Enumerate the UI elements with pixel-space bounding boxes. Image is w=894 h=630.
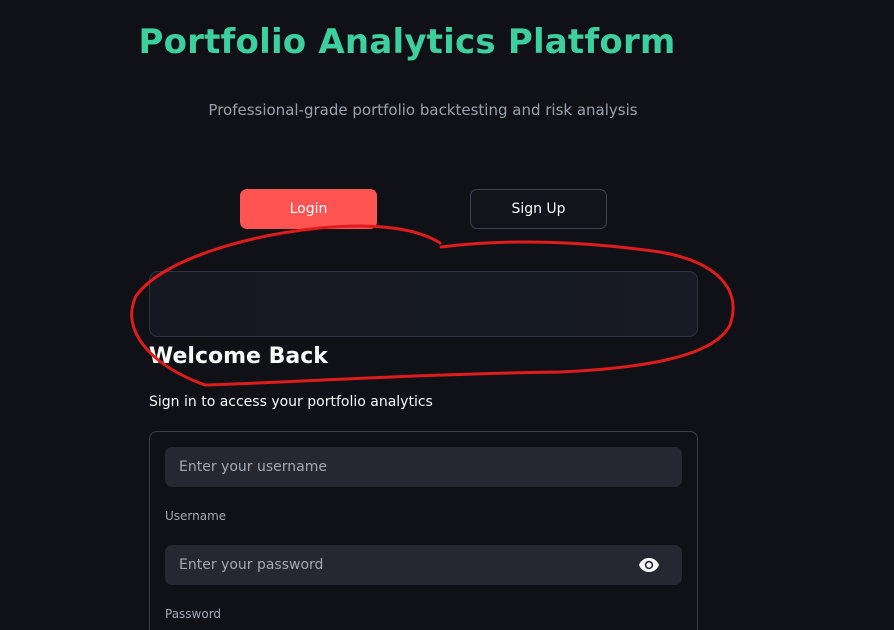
signup-tab-button[interactable]: Sign Up [470,189,607,229]
password-input[interactable] [165,545,682,585]
login-page: Portfolio Analytics Platform Professiona… [0,0,894,630]
eye-icon [639,558,659,572]
password-label: Password [165,607,222,621]
page-title: Portfolio Analytics Platform [138,22,676,62]
show-password-toggle[interactable] [636,555,662,575]
welcome-heading: Welcome Back [149,344,328,369]
login-tab-button[interactable]: Login [240,189,377,229]
username-label: Username [165,509,227,523]
page-subtitle: Professional-grade portfolio backtesting… [208,101,638,119]
signin-description: Sign in to access your portfolio analyti… [149,394,433,410]
username-input[interactable] [165,447,682,487]
empty-container [149,271,698,337]
